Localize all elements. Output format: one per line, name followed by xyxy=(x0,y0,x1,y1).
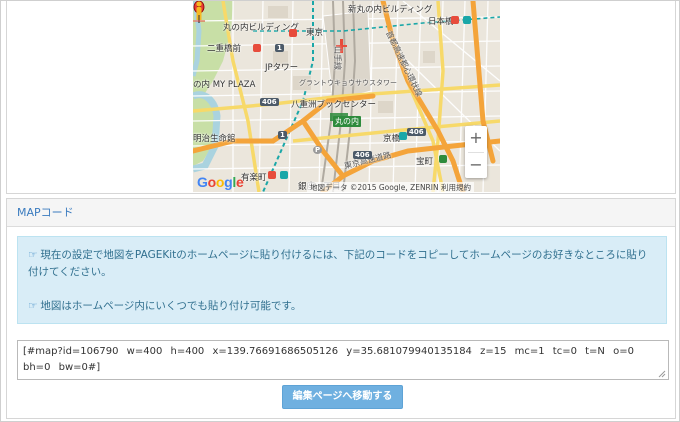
map-label-jp-tower: JPタワー xyxy=(265,63,299,73)
map-badge-marunouchi: 丸の内 xyxy=(333,116,361,127)
google-logo: Google xyxy=(197,174,244,190)
map-route-badge: 1 xyxy=(278,131,287,139)
zoom-in-button[interactable]: + xyxy=(465,126,487,152)
map-zoom-control: + − xyxy=(465,126,487,178)
map-label-granto: グラントウキョウサウスタワー xyxy=(299,79,397,87)
subway-icon xyxy=(268,171,276,179)
map-label-tokyo: 東京 xyxy=(306,28,324,38)
map-route-badge: 406 xyxy=(407,128,426,136)
map-panel: 新丸の内ビルディング 丸の内ビルディング 東京 日本橋 二重橋前 首都高速都心環… xyxy=(6,1,676,194)
street-view-pegman-icon[interactable] xyxy=(193,1,205,21)
go-to-edit-page-button[interactable]: 編集ページへ移動する xyxy=(282,385,403,409)
subway-icon xyxy=(280,171,288,179)
zoom-out-button[interactable]: − xyxy=(465,153,487,179)
map-label-yurakucho: 有楽町 xyxy=(241,173,267,183)
google-logo-letter: G xyxy=(197,174,208,190)
map-route-badge: 406 xyxy=(353,151,372,159)
map-label-nihonbashi: 日本橋 xyxy=(428,17,454,27)
google-logo-letter: o xyxy=(207,174,217,190)
map-route-badge: 406 xyxy=(260,98,279,106)
info-line-2: ☞ 地図はホームページ内にいくつでも貼り付け可能です。 xyxy=(28,298,656,315)
window-frame: 新丸の内ビルディング 丸の内ビルディング 東京 日本橋 二重橋前 首都高速都心環… xyxy=(0,0,680,422)
resize-grip-icon[interactable] xyxy=(658,370,666,378)
map-code-panel: MAPコード ☞ 現在の設定で地図をPAGEKitのホームページに貼り付けるには、… xyxy=(6,198,676,419)
map-label-shinmaru: 新丸の内ビルディング xyxy=(348,5,433,15)
info-text-1: 現在の設定で地図をPAGEKitのホームページに貼り付けるには、下記のコードをコ… xyxy=(28,249,648,278)
map-label-yaesu: 八重洲ブックセンター xyxy=(291,100,377,110)
google-logo-letter: o xyxy=(215,174,225,190)
panel-title: MAPコード xyxy=(7,199,675,227)
map-label-kyobashi: 京橋 xyxy=(383,134,401,144)
pointing-hand-icon: ☞ xyxy=(28,300,38,312)
subway-icon xyxy=(439,155,447,163)
info-text-2: 地図はホームページ内にいくつでも貼り付け可能です。 xyxy=(40,300,302,312)
map-label-nijubashimae: 二重橋前 xyxy=(207,44,242,54)
google-logo-letter: e xyxy=(235,174,244,190)
map-label-yamanote: 山手線 xyxy=(333,46,342,70)
map-label-takaracho: 宝町 xyxy=(416,157,434,167)
subway-icon xyxy=(399,132,407,140)
map-label-maru: 丸の内ビルディング xyxy=(223,23,299,33)
info-alert: ☞ 現在の設定で地図をPAGEKitのホームページに貼り付けるには、下記のコードを… xyxy=(17,236,667,324)
pointing-hand-icon: ☞ xyxy=(28,249,38,261)
subway-icon xyxy=(253,44,261,52)
map-copyright[interactable]: 地図データ ©2015 Google, ZENRIN 利用規約 xyxy=(307,182,474,192)
info-line-1: ☞ 現在の設定で地図をPAGEKitのホームページに貼り付けるには、下記のコードを… xyxy=(28,247,656,281)
map-view[interactable]: 新丸の内ビルディング 丸の内ビルディング 東京 日本橋 二重橋前 首都高速都心環… xyxy=(193,1,500,192)
subway-icon xyxy=(289,29,297,37)
map-code-textarea[interactable]: [#map?id=106790 w=400 h=400 x=139.766916… xyxy=(17,340,669,380)
map-label-my-plaza: の内 MY PLAZA xyxy=(193,80,256,90)
subway-icon xyxy=(463,16,471,24)
map-route-badge: 1 xyxy=(275,44,284,52)
subway-icon xyxy=(451,16,459,24)
map-label-meiji: 明治生命館 xyxy=(193,134,236,144)
